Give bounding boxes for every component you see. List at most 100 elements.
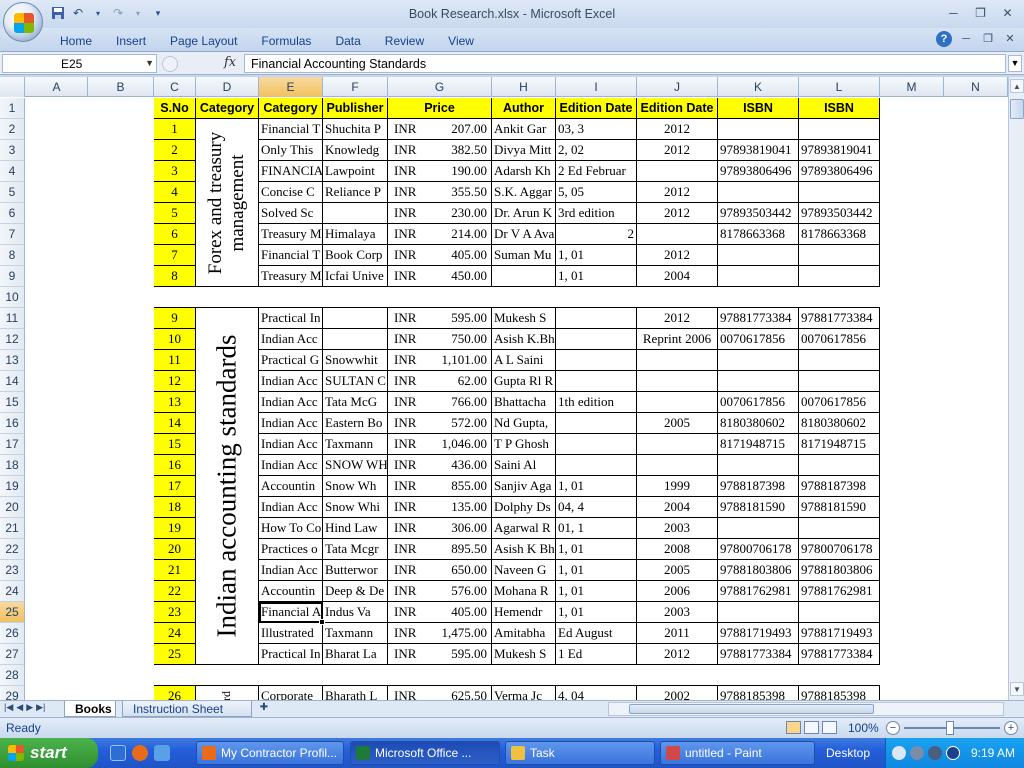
title-cell[interactable]: Only This [259,140,323,161]
column-header-B[interactable]: B [88,77,154,97]
isbn-cell[interactable] [799,245,880,266]
title-cell[interactable]: Indian Acc [259,455,323,476]
sno-cell[interactable]: 26 [154,686,196,700]
publisher-cell[interactable]: Lawpoint [323,161,388,182]
row-header-13[interactable]: 13 [0,350,25,371]
edition-year-cell[interactable]: 2004 [637,497,718,518]
publisher-cell[interactable]: Indus Va [323,602,388,623]
row-header-16[interactable]: 16 [0,413,25,434]
row-header-10[interactable]: 10 [0,287,25,308]
zoom-level[interactable]: 100% [848,721,879,735]
sno-cell[interactable]: 13 [154,392,196,413]
row-header-8[interactable]: 8 [0,245,25,266]
worksheet-grid[interactable]: ABCDEFGHIJKLMNO 123456789101112131415161… [0,77,1008,700]
publisher-cell[interactable]: Book Corp [323,245,388,266]
edition-year-cell[interactable]: 2012 [637,644,718,665]
edition-date-cell[interactable]: 2, 02 [556,140,637,161]
restore-icon[interactable]: ❐ [968,4,993,22]
row-header-17[interactable]: 17 [0,434,25,455]
row-header-6[interactable]: 6 [0,203,25,224]
price-cell[interactable]: INR 895.50 [388,539,492,560]
publisher-cell[interactable]: Taxmann [323,434,388,455]
edition-date-cell[interactable] [556,329,637,350]
isbn-cell[interactable]: 0070617856 [799,392,880,413]
edition-date-cell[interactable]: 1, 01 [556,539,637,560]
sno-cell[interactable]: 5 [154,203,196,224]
row-header-12[interactable]: 12 [0,329,25,350]
formula-input[interactable]: Financial Accounting Standards [244,54,1006,73]
isbn-cell[interactable]: 97893819041 [799,140,880,161]
column-header-N[interactable]: N [944,77,1008,97]
edition-date-cell[interactable]: 4, 04 [556,686,637,700]
row-header-15[interactable]: 15 [0,392,25,413]
header-cell-5[interactable]: Price [388,98,492,119]
column-header-M[interactable]: M [880,77,944,97]
row-header-22[interactable]: 22 [0,539,25,560]
isbn-cell[interactable]: 8171948715 [718,434,799,455]
publisher-cell[interactable]: Tata McG [323,392,388,413]
header-cell-2[interactable]: Category [196,98,259,119]
column-header-A[interactable]: A [26,77,88,97]
row-header-11[interactable]: 11 [0,308,25,329]
zoom-in-icon[interactable]: + [1004,721,1018,735]
edition-year-cell[interactable]: 2012 [637,182,718,203]
edition-year-cell[interactable] [637,161,718,182]
isbn-cell[interactable]: 0070617856 [799,329,880,350]
edition-year-cell[interactable]: 2005 [637,560,718,581]
isbn-cell[interactable]: 8178663368 [799,224,880,245]
author-cell[interactable]: Asish K Bh [492,539,556,560]
publisher-cell[interactable]: Shuchita P [323,119,388,140]
author-cell[interactable]: Gupta Rl R [492,371,556,392]
author-cell[interactable]: A L Saini [492,350,556,371]
title-cell[interactable]: Financial T [259,119,323,140]
publisher-cell[interactable] [323,308,388,329]
row-header-18[interactable]: 18 [0,455,25,476]
edition-date-cell[interactable]: 1, 01 [556,602,637,623]
row-header-9[interactable]: 9 [0,266,25,287]
sno-cell[interactable]: 6 [154,224,196,245]
sno-cell[interactable]: 17 [154,476,196,497]
price-cell[interactable]: INR 595.00 [388,308,492,329]
price-cell[interactable]: INR 1,101.00 [388,350,492,371]
next-sheet-icon[interactable]: ▶ [26,702,33,713]
back-icon[interactable] [892,746,906,760]
author-cell[interactable]: Nd Gupta, [492,413,556,434]
header-cell-7[interactable]: Edition Date [556,98,637,119]
publisher-cell[interactable]: Eastern Bo [323,413,388,434]
publisher-cell[interactable]: Knowledg [323,140,388,161]
publisher-cell[interactable] [323,203,388,224]
title-cell[interactable]: How To Co [259,518,323,539]
edition-date-cell[interactable]: 1 Ed [556,644,637,665]
row-header-14[interactable]: 14 [0,371,25,392]
ribbon-tab-view[interactable]: View [436,31,486,51]
edition-year-cell[interactable]: 2011 [637,623,718,644]
scroll-down-icon[interactable]: ▼ [1010,682,1024,696]
first-sheet-icon[interactable]: |◀ [4,702,13,713]
sno-cell[interactable]: 10 [154,329,196,350]
author-cell[interactable]: T P Ghosh [492,434,556,455]
row-header-3[interactable]: 3 [0,140,25,161]
security-icon[interactable] [928,746,942,760]
isbn-cell[interactable] [718,182,799,203]
edition-year-cell[interactable] [637,350,718,371]
chevron-down-icon[interactable]: ▼ [145,58,154,68]
edition-year-cell[interactable]: Reprint 2006 [637,329,718,350]
page-layout-view-icon[interactable] [804,721,819,734]
edition-year-cell[interactable]: 2004 [637,266,718,287]
edition-year-cell[interactable] [637,455,718,476]
title-cell[interactable]: Corporate [259,686,323,700]
isbn-cell[interactable] [799,266,880,287]
isbn-cell[interactable]: 9788181590 [799,497,880,518]
edition-date-cell[interactable]: Ed August [556,623,637,644]
isbn-cell[interactable] [718,350,799,371]
title-cell[interactable]: Treasury M [259,266,323,287]
header-cell-6[interactable]: Author [492,98,556,119]
header-cell-4[interactable]: Publisher [323,98,388,119]
column-header-D[interactable]: D [196,77,259,97]
isbn-cell[interactable] [718,455,799,476]
insert-function-icon[interactable]: fx [224,55,236,70]
publisher-cell[interactable]: SNOW WH [323,455,388,476]
isbn-cell[interactable] [799,602,880,623]
author-cell[interactable]: Dolphy Ds [492,497,556,518]
author-cell[interactable]: Hemendr [492,602,556,623]
